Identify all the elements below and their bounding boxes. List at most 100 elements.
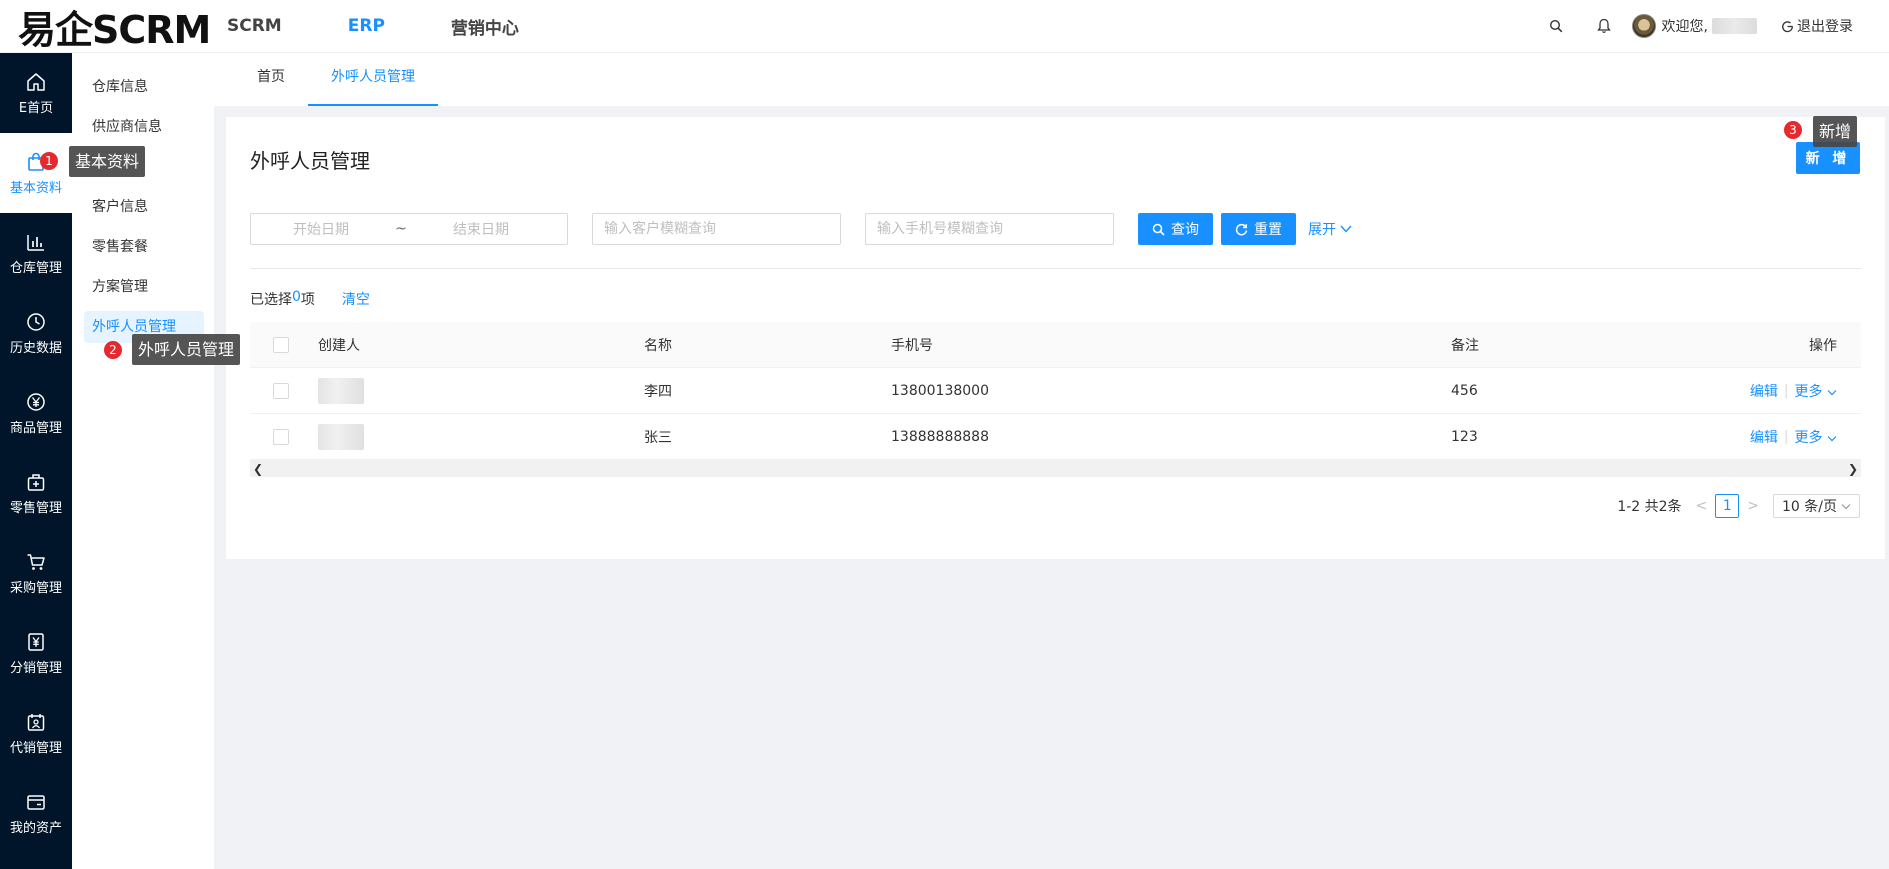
sidebar-item-distribution[interactable]: 分销管理 bbox=[0, 613, 72, 693]
table-header-row: 创建人 名称 手机号 备注 操作 bbox=[250, 322, 1861, 368]
select-all-checkbox[interactable] bbox=[273, 336, 289, 353]
tab-home[interactable]: 首页 bbox=[234, 53, 308, 106]
sidebar-item-purchase[interactable]: 采购管理 bbox=[0, 533, 72, 613]
column-header-name: 名称 bbox=[644, 337, 672, 354]
selection-info: 已选择 0 项 清空 bbox=[250, 289, 370, 309]
sidebar-item-assets[interactable]: 我的资产 bbox=[0, 773, 72, 853]
search-button[interactable]: 查询 bbox=[1138, 213, 1213, 245]
edit-link[interactable]: 编辑 bbox=[1750, 427, 1778, 447]
sidebar-item-basic-data[interactable]: 基本资料 bbox=[0, 133, 72, 213]
edit-link[interactable]: 编辑 bbox=[1750, 381, 1778, 401]
sidebar-item-label: 历史数据 bbox=[9, 340, 62, 356]
header-actions: 欢迎您, 退出登录 bbox=[1532, 0, 1889, 53]
row-checkbox[interactable] bbox=[273, 428, 289, 445]
top-header: 易企SCRM SCRM ERP 营销中心 欢迎您, 退出登录 bbox=[0, 0, 1889, 53]
submenu-retail-package[interactable]: 零售套餐 bbox=[72, 227, 214, 267]
more-dropdown[interactable]: 更多 bbox=[1795, 427, 1837, 447]
creator-redacted bbox=[318, 377, 364, 404]
user-name-redacted bbox=[1712, 18, 1757, 34]
clock-icon bbox=[27, 312, 45, 331]
scroll-left-arrow-icon[interactable]: ❮ bbox=[253, 462, 263, 476]
filter-divider bbox=[250, 268, 1861, 269]
logout-button[interactable]: 退出登录 bbox=[1781, 16, 1853, 36]
sidebar-item-home[interactable]: E首页 bbox=[0, 53, 72, 133]
clear-selection-link[interactable]: 清空 bbox=[342, 289, 370, 309]
sidebar-item-label: 商品管理 bbox=[9, 420, 62, 436]
action-separator: | bbox=[1783, 428, 1789, 445]
page-number-current[interactable]: 1 bbox=[1715, 494, 1740, 518]
calendar-user-icon bbox=[27, 713, 45, 731]
column-header-phone: 手机号 bbox=[891, 337, 933, 354]
nav-scrm[interactable]: SCRM bbox=[227, 16, 282, 36]
page-tabs: 首页 外呼人员管理 bbox=[214, 53, 1889, 106]
reset-button-label: 重置 bbox=[1254, 222, 1282, 238]
nav-marketing[interactable]: 营销中心 bbox=[451, 14, 519, 39]
sidebar-item-label: 仓库管理 bbox=[9, 260, 62, 276]
more-label: 更多 bbox=[1794, 429, 1823, 446]
search-button-label: 查询 bbox=[1171, 222, 1199, 238]
nav-erp[interactable]: ERP bbox=[348, 16, 385, 36]
table-row: 李四 13800138000 456 编辑 | 更多 bbox=[250, 368, 1861, 414]
expand-label: 展开 bbox=[1308, 222, 1336, 238]
sidebar-item-label: 代销管理 bbox=[9, 740, 62, 756]
yen-circle-icon bbox=[27, 392, 45, 411]
pagination: 1-2 共2条 < 1 > 10 条/页 bbox=[1617, 494, 1860, 518]
chevron-down-icon bbox=[1340, 225, 1352, 233]
search-icon[interactable] bbox=[1532, 19, 1580, 33]
submenu-warehouse-info[interactable]: 仓库信息 bbox=[72, 67, 214, 107]
tab-outbound-staff[interactable]: 外呼人员管理 bbox=[308, 53, 438, 106]
yen-box-icon bbox=[28, 632, 44, 651]
cell-phone: 13888888888 bbox=[891, 428, 989, 445]
more-label: 更多 bbox=[1794, 383, 1823, 400]
sidebar-item-retail[interactable]: 零售管理 bbox=[0, 453, 72, 533]
sidebar-item-label: 我的资产 bbox=[9, 820, 62, 836]
prev-page-icon[interactable]: < bbox=[1696, 498, 1708, 514]
sidebar-item-label: 零售管理 bbox=[9, 500, 62, 516]
cart-icon bbox=[27, 553, 45, 570]
submenu-plan-management[interactable]: 方案管理 bbox=[72, 267, 214, 307]
creator-redacted bbox=[318, 423, 364, 450]
submenu-customer-info[interactable]: 客户信息 bbox=[72, 187, 214, 227]
expand-toggle[interactable]: 展开 bbox=[1308, 219, 1352, 239]
bell-icon[interactable] bbox=[1580, 18, 1628, 34]
wallet-icon bbox=[27, 794, 45, 810]
welcome-text: 欢迎您, bbox=[1661, 19, 1708, 35]
row-checkbox[interactable] bbox=[273, 382, 289, 399]
customer-search-input[interactable] bbox=[592, 213, 841, 245]
date-range-picker[interactable]: 开始日期 ~ 结束日期 bbox=[250, 213, 568, 245]
sidebar-item-label: E首页 bbox=[18, 100, 54, 116]
horizontal-scrollbar[interactable]: ❮ ❯ bbox=[250, 460, 1861, 477]
more-dropdown[interactable]: 更多 bbox=[1795, 381, 1837, 401]
chevron-down-icon bbox=[1827, 389, 1837, 395]
page-size-select[interactable]: 10 条/页 bbox=[1773, 494, 1860, 518]
submenu-supplier-info[interactable]: 供应商信息 bbox=[72, 107, 214, 147]
logout-label: 退出登录 bbox=[1797, 19, 1853, 35]
logout-icon bbox=[1782, 20, 1793, 32]
cell-note: 456 bbox=[1451, 382, 1478, 399]
main-sidebar: E首页 基本资料 仓库管理 历史数据 商品管理 零售管理 采购管理 分销管理 代… bbox=[0, 53, 72, 869]
scroll-right-arrow-icon[interactable]: ❯ bbox=[1848, 462, 1858, 476]
table-row: 张三 13888888888 123 编辑 | 更多 bbox=[250, 414, 1861, 460]
column-header-creator: 创建人 bbox=[318, 337, 360, 354]
sidebar-item-history[interactable]: 历史数据 bbox=[0, 293, 72, 373]
date-start-placeholder[interactable]: 开始日期 bbox=[251, 219, 391, 239]
staff-table: 创建人 名称 手机号 备注 操作 李四 13800138000 456 编辑 |… bbox=[250, 322, 1861, 460]
filter-bar: 开始日期 ~ 结束日期 查询 重置 展开 bbox=[250, 213, 1352, 245]
search-icon bbox=[1152, 223, 1165, 236]
phone-search-input[interactable] bbox=[865, 213, 1114, 245]
sidebar-item-warehouse[interactable]: 仓库管理 bbox=[0, 213, 72, 293]
column-header-actions: 操作 bbox=[1809, 337, 1837, 354]
next-page-icon[interactable]: > bbox=[1747, 498, 1759, 514]
pagination-total: 1-2 共2条 bbox=[1617, 499, 1682, 515]
reset-button[interactable]: 重置 bbox=[1221, 213, 1296, 245]
annotation-tooltip-3: 新增 bbox=[1813, 116, 1858, 147]
annotation-badge-3: 3 bbox=[1784, 121, 1802, 139]
sidebar-item-products[interactable]: 商品管理 bbox=[0, 373, 72, 453]
avatar[interactable] bbox=[1631, 14, 1656, 38]
row-actions: 编辑 | 更多 bbox=[1691, 427, 1861, 447]
column-header-note: 备注 bbox=[1451, 337, 1479, 354]
sidebar-item-label: 基本资料 bbox=[9, 180, 62, 196]
sidebar-item-consignment[interactable]: 代销管理 bbox=[0, 693, 72, 773]
date-end-placeholder[interactable]: 结束日期 bbox=[411, 219, 551, 239]
selected-suffix: 项 bbox=[300, 292, 315, 308]
